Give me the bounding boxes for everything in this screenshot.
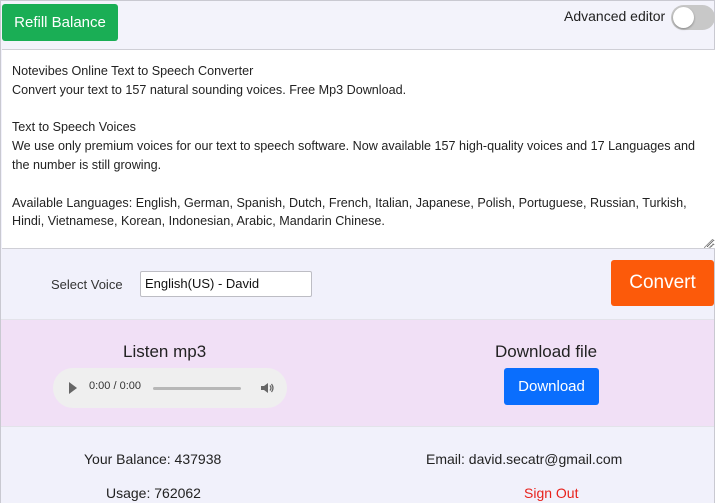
toggle-knob bbox=[673, 7, 694, 28]
resize-grip-icon[interactable] bbox=[704, 239, 713, 248]
advanced-editor-label: Advanced editor bbox=[564, 8, 666, 24]
voice-select[interactable]: English(US) - David bbox=[140, 271, 312, 297]
audio-panel: Listen mp3 0:00 / 0:00 Download file Dow… bbox=[1, 319, 714, 427]
account-footer: Your Balance: 437938 Usage: 762062 Email… bbox=[1, 429, 714, 503]
sign-out-link[interactable]: Sign Out bbox=[524, 485, 578, 501]
top-bar: Refill Balance Advanced editor bbox=[1, 1, 715, 49]
text-input-area[interactable]: Notevibes Online Text to Speech Converte… bbox=[2, 49, 715, 249]
download-file-heading: Download file bbox=[495, 342, 598, 361]
usage-text: Usage: 762062 bbox=[106, 485, 201, 501]
refill-balance-button[interactable]: Refill Balance bbox=[2, 4, 118, 41]
player-time: 0:00 / 0:00 bbox=[89, 380, 141, 392]
voice-row: Select Voice English(US) - David Convert bbox=[1, 250, 714, 316]
listen-mp3-heading: Listen mp3 bbox=[123, 342, 207, 361]
audio-player: 0:00 / 0:00 bbox=[53, 368, 287, 408]
app-window: Refill Balance Advanced editor Notevibes… bbox=[0, 0, 715, 503]
advanced-editor-toggle[interactable] bbox=[671, 5, 715, 30]
balance-text: Your Balance: 437938 bbox=[84, 451, 222, 467]
download-button[interactable]: Download bbox=[504, 368, 599, 405]
email-text: Email: david.secatr@gmail.com bbox=[426, 451, 623, 467]
select-voice-label: Select Voice bbox=[51, 277, 123, 292]
volume-icon[interactable] bbox=[259, 380, 275, 396]
progress-slider[interactable] bbox=[153, 387, 241, 390]
convert-button[interactable]: Convert bbox=[611, 260, 714, 306]
play-icon[interactable] bbox=[69, 382, 77, 394]
